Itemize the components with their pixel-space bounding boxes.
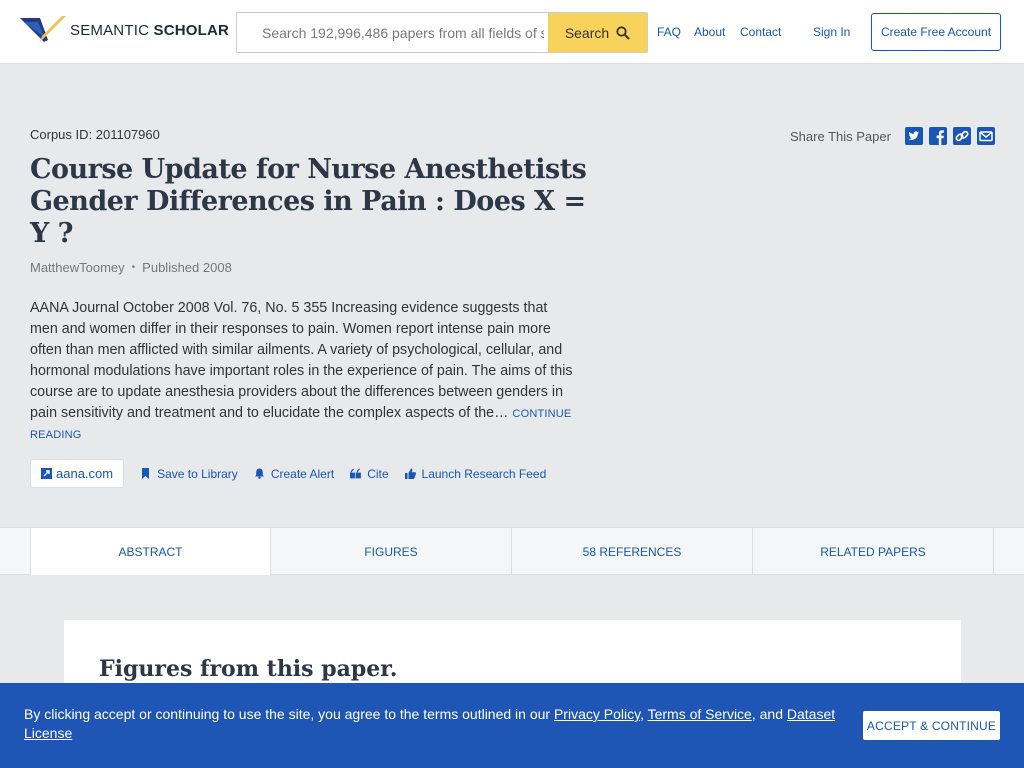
bookmark-icon — [142, 468, 150, 479]
cite-button[interactable]: Cite — [350, 466, 389, 481]
search-bar: Search — [236, 12, 648, 53]
tab-figures[interactable]: Figures — [271, 528, 512, 575]
link-icon[interactable] — [952, 127, 971, 145]
twitter-icon[interactable] — [904, 127, 923, 145]
search-button-label: Search — [564, 24, 610, 41]
external-link-icon — [41, 468, 52, 479]
share-section: Share This Paper — [790, 127, 995, 145]
nav-contact-link[interactable]: Contact — [740, 25, 781, 39]
paper-tabs: Abstract Figures 58 References Related P… — [0, 527, 1024, 575]
banner-separator-2: , and — [751, 706, 787, 722]
terms-of-service-link[interactable]: Terms of Service — [648, 706, 752, 722]
search-button[interactable]: Search — [548, 13, 647, 52]
save-to-library-button[interactable]: Save to Library — [140, 467, 238, 481]
source-link-button[interactable]: aana.com — [30, 459, 125, 488]
top-header: SEMANTIC SCHOLAR Search FAQ About Contac… — [0, 0, 1024, 64]
launch-research-feed-button[interactable]: Launch Research Feed — [404, 466, 547, 481]
corpus-id: Corpus ID: 201107960 — [30, 127, 160, 142]
published-date: Published 2008 — [142, 260, 232, 275]
feed-label: Launch Research Feed — [421, 466, 547, 481]
cite-label: Cite — [367, 466, 389, 481]
figures-heading: Figures from this paper. — [99, 656, 398, 682]
tab-related-papers[interactable]: Related Papers — [753, 528, 994, 575]
privacy-policy-link[interactable]: Privacy Policy — [554, 706, 640, 722]
accept-continue-button[interactable]: ACCEPT & CONTINUE — [863, 711, 1000, 740]
email-icon[interactable] — [976, 127, 995, 145]
tab-abstract[interactable]: Abstract — [30, 528, 271, 575]
sign-in-link[interactable]: Sign In — [813, 25, 850, 39]
abstract-text: AANA Journal October 2008 Vol. 76, No. 5… — [30, 298, 575, 446]
create-alert-button[interactable]: Create Alert — [254, 467, 334, 481]
cookie-banner-text: By clicking accept or continuing to use … — [24, 705, 844, 743]
meta-separator: • — [131, 262, 136, 273]
create-account-button[interactable]: Create Free Account — [871, 13, 1001, 51]
bell-icon — [254, 468, 264, 479]
banner-separator-1: , — [640, 706, 648, 722]
brand-name-part2: SCHOLAR — [153, 21, 230, 39]
brand-name-part1: SEMANTIC — [70, 21, 150, 39]
banner-prefix: By clicking accept or continuing to use … — [24, 706, 554, 722]
nav-faq-link[interactable]: FAQ — [657, 25, 681, 39]
logo-icon — [20, 16, 66, 42]
nav-about-link[interactable]: About — [694, 25, 725, 39]
save-label: Save to Library — [157, 466, 238, 481]
thumbs-up-icon — [404, 468, 416, 479]
author-link[interactable]: MatthewToomey — [30, 260, 125, 275]
semantic-scholar-logo[interactable]: SEMANTIC SCHOLAR — [18, 12, 229, 48]
tab-references[interactable]: 58 References — [512, 528, 753, 575]
paper-title: Course Update for Nurse Anesthetists Gen… — [30, 154, 587, 249]
paper-meta: MatthewToomey • Published 2008 — [30, 260, 232, 275]
abstract-body: AANA Journal October 2008 Vol. 76, No. 5… — [30, 300, 573, 421]
share-label: Share This Paper — [790, 128, 891, 144]
quote-icon — [350, 468, 362, 479]
paper-actions: aana.com Save to Library Create Alert Ci… — [30, 459, 546, 488]
search-input[interactable] — [237, 13, 548, 52]
cookie-banner: By clicking accept or continuing to use … — [0, 683, 1024, 768]
source-label: aana.com — [56, 466, 114, 481]
search-icon — [616, 25, 630, 40]
alert-label: Create Alert — [270, 466, 335, 481]
facebook-icon[interactable] — [928, 127, 947, 145]
